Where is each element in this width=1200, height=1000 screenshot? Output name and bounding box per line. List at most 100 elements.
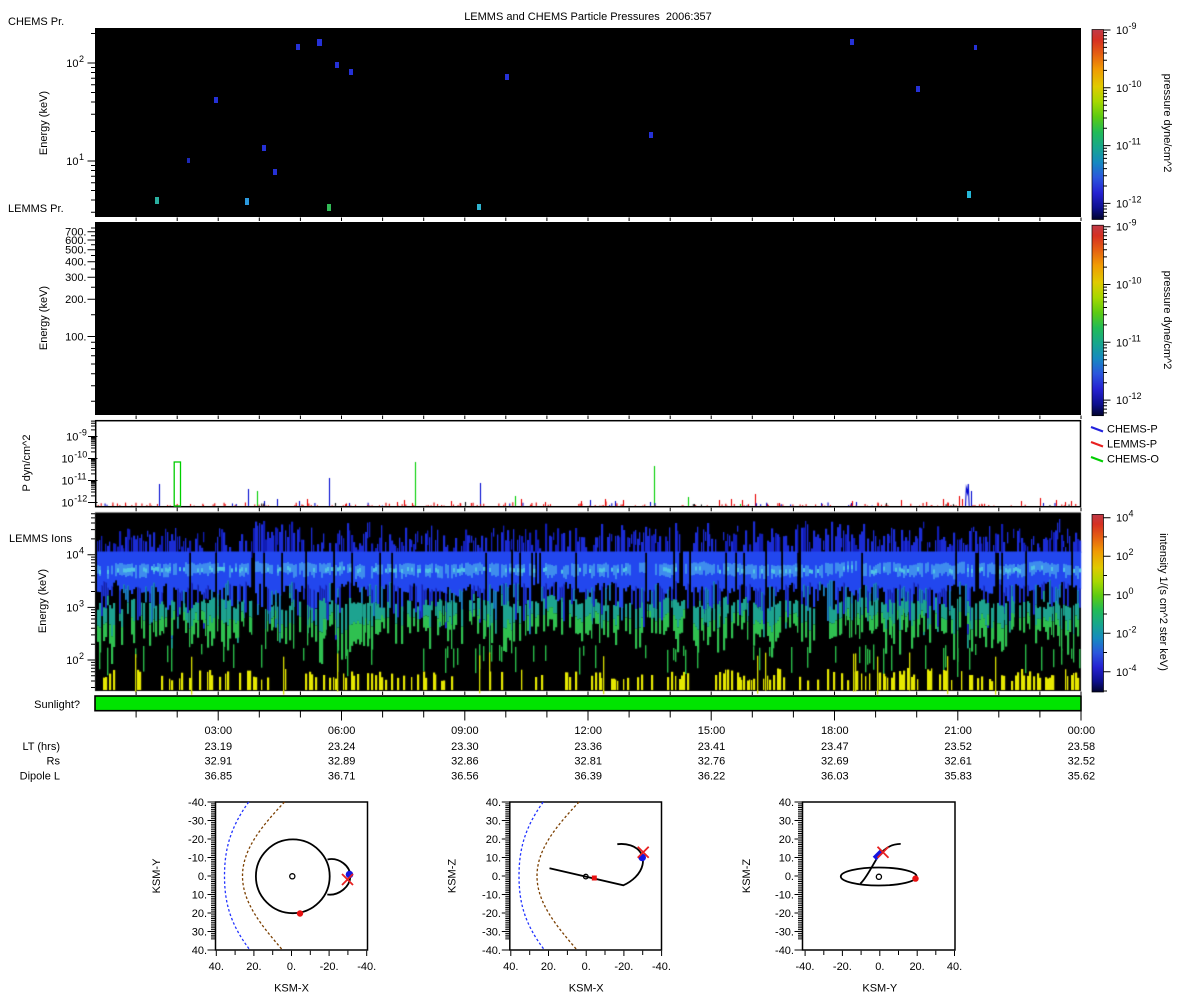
svg-text:-12: -12 [1129,194,1142,204]
svg-text:Dipole L: Dipole L [20,771,60,783]
svg-text:-9: -9 [1129,218,1137,228]
svg-text:-20.: -20. [482,908,501,920]
svg-text:23.52: 23.52 [944,741,972,753]
svg-text:KSM-Y: KSM-Y [862,983,898,995]
svg-text:-9: -9 [1129,21,1137,31]
svg-text:20.: 20. [192,908,207,920]
svg-text:-2: -2 [1129,624,1137,634]
svg-text:23.36: 23.36 [574,741,602,753]
svg-text:12:00: 12:00 [574,725,602,737]
svg-text:-40.: -40. [188,797,207,809]
svg-text:36.03: 36.03 [821,771,849,783]
svg-text:32.52: 32.52 [1068,756,1096,768]
svg-text:4: 4 [1129,509,1134,519]
svg-text:10: 10 [1116,83,1128,95]
svg-text:-40.: -40. [796,961,815,973]
svg-text:23.24: 23.24 [328,741,356,753]
svg-text:Sunlight?: Sunlight? [34,699,80,711]
svg-text:10: 10 [1116,667,1128,679]
svg-text:10: 10 [1116,628,1128,640]
svg-text:10: 10 [66,655,78,667]
svg-text:2: 2 [1129,547,1134,557]
svg-text:Rs: Rs [47,756,61,768]
svg-text:LT (hrs): LT (hrs) [23,741,61,753]
svg-text:-20.: -20. [775,908,794,920]
svg-text:10: 10 [66,58,78,70]
svg-text:KSM-Y: KSM-Y [151,858,163,894]
svg-text:LEMMS-P: LEMMS-P [1107,439,1157,451]
svg-text:40.: 40. [192,945,207,957]
svg-text:30.: 30. [779,816,794,828]
svg-text:35.83: 35.83 [944,771,972,783]
svg-text:23.41: 23.41 [698,741,726,753]
svg-text:400.: 400. [65,257,86,269]
svg-text:10: 10 [1116,198,1128,210]
svg-text:KSM-Z: KSM-Z [447,859,459,894]
svg-text:1: 1 [79,152,84,162]
svg-text:0.: 0. [582,961,591,973]
svg-text:-10: -10 [1129,276,1142,286]
svg-text:10: 10 [1116,590,1128,602]
svg-text:-40.: -40. [652,961,671,973]
svg-text:0.: 0. [287,961,296,973]
svg-text:4: 4 [79,546,84,556]
svg-text:10: 10 [66,550,78,562]
svg-text:-11: -11 [74,472,86,482]
svg-text:-30.: -30. [188,816,207,828]
svg-text:2: 2 [79,54,84,64]
svg-text:35.62: 35.62 [1068,771,1096,783]
svg-text:-20.: -20. [320,961,339,973]
svg-text:23.47: 23.47 [821,741,849,753]
svg-text:20.: 20. [909,961,924,973]
svg-text:-20.: -20. [614,961,633,973]
svg-text:-9: -9 [79,428,87,438]
svg-text:pressure dyne/cm^2: pressure dyne/cm^2 [1161,271,1173,370]
svg-text:200.: 200. [65,294,86,306]
svg-text:0.: 0. [875,961,884,973]
svg-text:-10: -10 [1129,79,1142,89]
svg-text:LEMMS and CHEMS Particle Press: LEMMS and CHEMS Particle Pressures 2006:… [464,11,712,23]
svg-text:-12: -12 [74,494,87,504]
svg-text:-40.: -40. [357,961,376,973]
svg-text:KSM-Z: KSM-Z [741,859,753,894]
svg-text:-10: -10 [74,450,87,460]
svg-text:10: 10 [1116,337,1128,349]
svg-text:40.: 40. [503,961,518,973]
svg-text:10: 10 [61,454,73,466]
svg-text:32.81: 32.81 [574,756,602,768]
svg-text:10: 10 [1116,280,1128,292]
svg-text:36.22: 36.22 [698,771,726,783]
svg-text:-10.: -10. [775,890,794,902]
svg-text:-40.: -40. [775,945,794,957]
svg-text:-10.: -10. [188,853,207,865]
svg-text:CHEMS-O: CHEMS-O [1107,454,1159,466]
svg-text:32.89: 32.89 [328,756,356,768]
svg-text:15:00: 15:00 [698,725,726,737]
svg-text:40.: 40. [209,961,224,973]
svg-text:10: 10 [66,432,78,444]
svg-text:10: 10 [1116,25,1128,37]
svg-text:-30.: -30. [775,927,794,939]
svg-text:-20.: -20. [188,834,207,846]
svg-text:3: 3 [79,598,84,608]
svg-text:-12: -12 [1129,391,1142,401]
svg-text:KSM-X: KSM-X [274,983,310,995]
svg-text:36.85: 36.85 [205,771,233,783]
svg-text:10: 10 [66,156,78,168]
svg-text:10: 10 [1116,141,1128,153]
svg-text:LEMMS Ions: LEMMS Ions [9,533,72,545]
svg-text:10: 10 [1116,222,1128,234]
svg-text:00:00: 00:00 [1068,725,1096,737]
svg-text:23.30: 23.30 [451,741,479,753]
svg-text:40.: 40. [947,961,962,973]
svg-text:30.: 30. [486,816,501,828]
svg-text:-40.: -40. [482,945,501,957]
svg-text:23.19: 23.19 [205,741,233,753]
svg-text:36.71: 36.71 [328,771,356,783]
svg-text:intensity 1/(s cm^2 ster keV): intensity 1/(s cm^2 ster keV) [1157,533,1169,671]
svg-text:23.58: 23.58 [1068,741,1096,753]
svg-text:2: 2 [79,651,84,661]
svg-text:-30.: -30. [482,927,501,939]
svg-text:32.69: 32.69 [821,756,849,768]
svg-text:Energy (keV): Energy (keV) [37,569,49,633]
